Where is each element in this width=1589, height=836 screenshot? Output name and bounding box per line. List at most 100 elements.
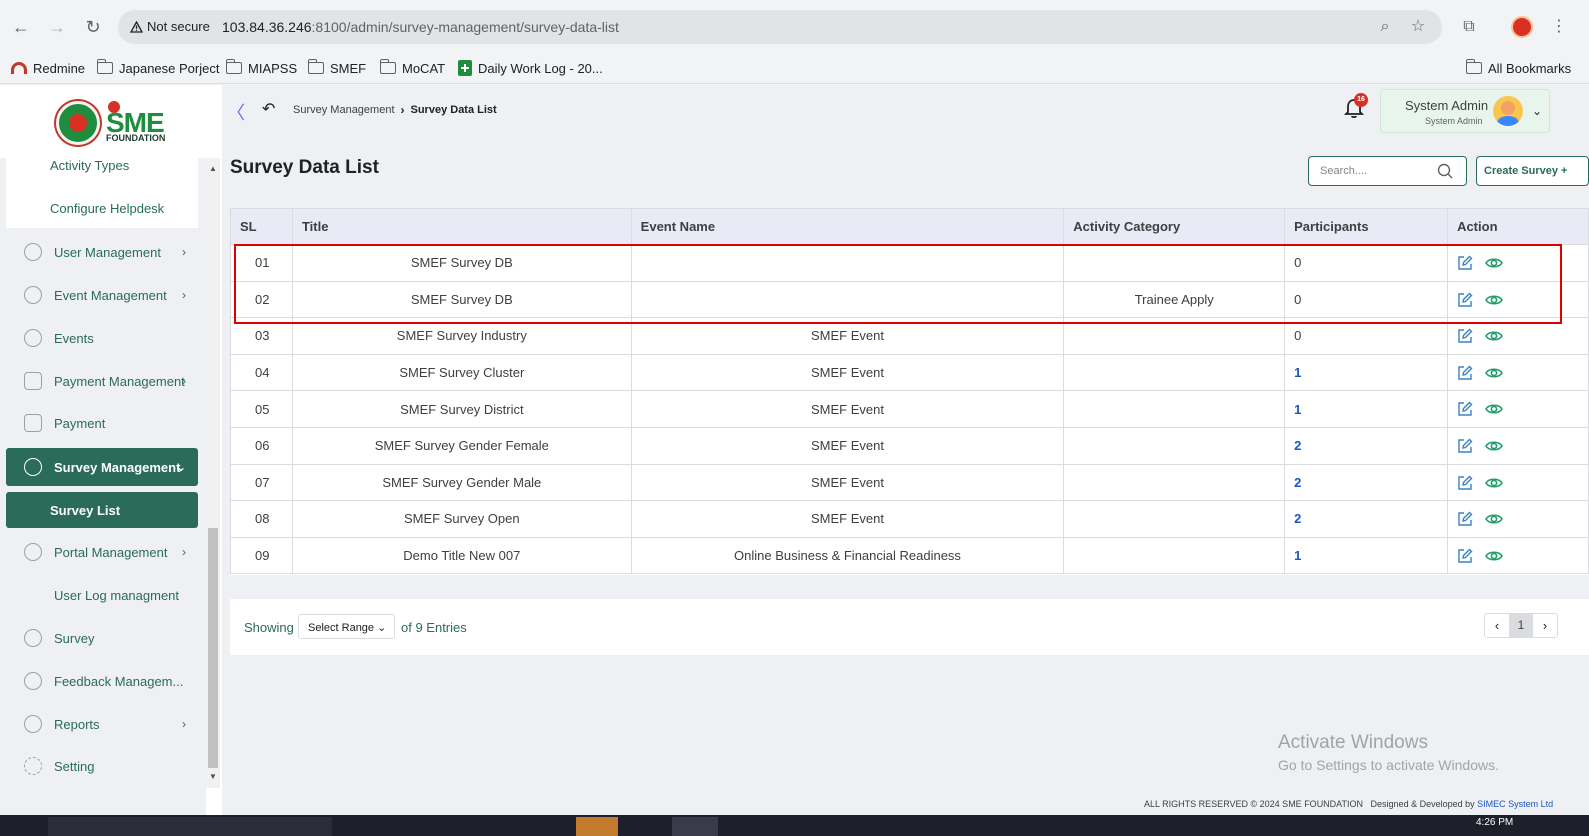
sidebar-item-survey-list[interactable]: Survey List [6,492,198,528]
create-survey-button[interactable]: Create Survey + [1476,156,1589,186]
extensions-icon[interactable]: ⧉ [1458,16,1480,38]
cell-participants[interactable]: 2 [1284,426,1449,465]
column-header-activity-category[interactable]: Activity Category [1063,208,1286,245]
menu-dots-icon[interactable]: ⋮ [1548,16,1570,38]
developer-link[interactable]: SIMEC System Ltd [1477,799,1553,809]
taskbar-app-icon[interactable] [672,817,718,836]
sidebar-item-label: User Management [54,244,161,260]
column-header-title[interactable]: Title [291,208,632,245]
search-placeholder: Search.... [1320,165,1368,177]
security-indicator[interactable]: Not secure [130,19,210,34]
sidebar-item-payment-management[interactable]: Payment Management › [6,363,198,399]
sidebar-item-label: Survey Management [54,459,181,475]
edit-icon[interactable] [1457,401,1473,417]
edit-icon[interactable] [1457,475,1473,491]
eye-icon[interactable] [1485,292,1503,308]
bookmark-japanese-porject[interactable]: Japanese Porject [96,58,219,78]
column-header-event-name[interactable]: Event Name [630,208,1065,245]
gear-icon [24,757,42,775]
cell-actions [1447,244,1589,282]
taskbar-app-icon[interactable] [576,817,618,836]
sidebar-item-configure-helpdesk[interactable]: Configure Helpdesk [50,201,164,216]
sidebar-collapse-icon[interactable]: 〈 [227,99,245,125]
taskbar-search[interactable] [48,817,332,836]
cell-participants[interactable]: 1 [1284,390,1449,428]
bookmark-miapss[interactable]: MIAPSS [225,58,297,78]
search-icon[interactable] [1437,163,1453,179]
sidebar-item-user-management[interactable]: User Management › [6,234,198,270]
next-page-button[interactable]: › [1533,614,1557,637]
sidebar-item-payment[interactable]: Payment [6,405,198,441]
bookmark-smef[interactable]: SMEF [307,58,366,78]
range-select[interactable]: Select Range ⌄ [298,614,395,639]
edit-icon[interactable] [1457,438,1473,454]
eye-icon[interactable] [1485,438,1503,454]
edit-icon[interactable] [1457,292,1473,308]
cell-actions [1447,280,1589,319]
breadcrumb: Survey Management › Survey Data List [293,103,497,117]
reload-icon[interactable]: ↻ [82,16,104,38]
cell-participants[interactable]: 1 [1284,353,1449,392]
column-header-participants[interactable]: Participants [1284,208,1449,245]
bookmark-mocat[interactable]: MoCAT [379,58,445,78]
sidebar-item-reports[interactable]: Reports › [6,706,198,742]
sidebar-item-user-log[interactable]: User Log managment [6,577,198,613]
bookmark-redmine[interactable]: Redmine [11,58,85,78]
scroll-down-icon[interactable]: ▼ [208,772,218,781]
back-arrow-icon[interactable]: ← [10,16,32,38]
cell-sl: 05 [230,390,293,428]
eye-icon[interactable] [1485,255,1503,271]
eye-icon[interactable] [1485,548,1503,564]
eye-icon[interactable] [1485,511,1503,527]
column-header-action: Action [1447,208,1589,245]
cell-participants[interactable]: 2 [1284,463,1449,502]
breadcrumb-survey-management[interactable]: Survey Management [293,104,395,116]
forward-arrow-icon[interactable]: → [46,16,68,38]
breadcrumb-current: Survey Data List [410,104,497,116]
sidebar-item-feedback-management[interactable]: Feedback Managem... [6,663,198,699]
address-bar[interactable]: Not secure 103.84.36.246:8100/admin/surv… [118,10,1442,44]
back-icon[interactable]: ↶ [262,99,275,119]
bookmark-label: Daily Work Log - 20... [478,60,603,76]
eye-icon[interactable] [1485,401,1503,417]
sidebar-item-survey[interactable]: Survey [6,620,198,656]
zoom-icon[interactable]: ⌕ [1376,18,1394,36]
edit-icon[interactable] [1457,548,1473,564]
table-row: 05 SMEF Survey District SMEF Event 1 [230,390,1589,428]
eye-icon[interactable] [1485,475,1503,491]
logo[interactable]: SME FOUNDATION [0,85,222,158]
sidebar-item-setting[interactable]: Setting [6,748,198,784]
edit-icon[interactable] [1457,511,1473,527]
prev-page-button[interactable]: ‹ [1485,614,1509,637]
sidebar-item-portal-management[interactable]: Portal Management › [6,534,198,570]
page-button-current[interactable]: 1 [1509,614,1533,637]
cell-activity-category [1063,353,1286,392]
chevron-down-icon: ⌄ [1532,104,1543,118]
column-header-sl[interactable]: SL [230,208,293,245]
star-icon[interactable]: ☆ [1409,18,1427,36]
eye-icon[interactable] [1485,365,1503,381]
sidebar-item-survey-management[interactable]: Survey Management ⌄ [6,448,198,486]
range-select-value: Select Range [308,622,375,634]
scroll-thumb[interactable] [208,528,218,768]
cell-title: Demo Title New 007 [291,536,632,575]
cell-participants[interactable]: 2 [1284,500,1449,538]
eye-icon[interactable] [1485,328,1503,344]
cell-title: SMEF Survey DB [291,244,632,282]
profile-avatar-icon[interactable] [1511,16,1533,38]
edit-icon[interactable] [1457,365,1473,381]
scroll-up-icon[interactable]: ▲ [208,164,218,173]
sidebar-item-event-management[interactable]: Event Management › [6,277,198,313]
edit-icon[interactable] [1457,255,1473,271]
sidebar-scrollbar[interactable]: ▲ ▼ [206,158,220,788]
sidebar-item-activity-types[interactable]: Activity Types [50,158,129,173]
search-input[interactable]: Search.... [1308,156,1467,186]
table-row: 08 SMEF Survey Open SMEF Event 2 [230,500,1589,538]
user-menu[interactable]: System Admin System Admin ⌄ [1380,89,1550,133]
bookmark-daily-work-log[interactable]: Daily Work Log - 20... [458,58,603,78]
cell-participants[interactable]: 1 [1284,536,1449,575]
url-text[interactable]: 103.84.36.246:8100/admin/survey-manageme… [222,19,619,35]
edit-icon[interactable] [1457,328,1473,344]
sidebar-item-events[interactable]: Events [6,320,198,356]
bookmark-all-bookmarks[interactable]: All Bookmarks [1465,58,1571,78]
